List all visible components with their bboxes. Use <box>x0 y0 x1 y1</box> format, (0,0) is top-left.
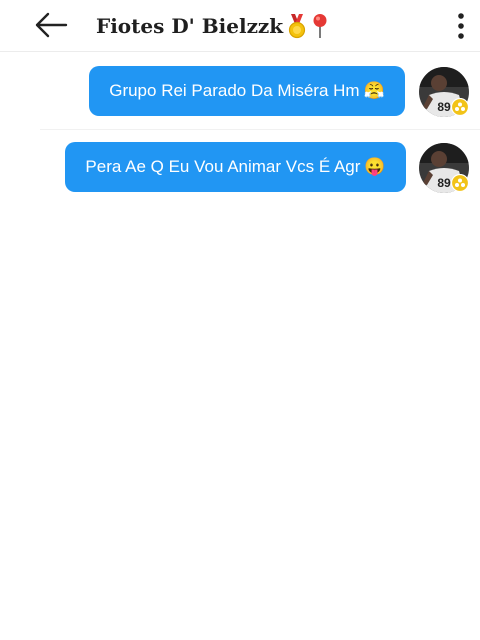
medal-icon <box>289 14 306 39</box>
huffing-face-emoji: 😤 <box>363 81 385 100</box>
message-row: Grupo Rei Parado Da Miséra Hm 😤 89 <box>0 58 480 122</box>
badge-icon <box>451 174 469 192</box>
row-divider <box>40 129 480 130</box>
chat-title-group[interactable]: Fiotes D' Bielzzk <box>96 11 329 41</box>
message-bubble[interactable]: Pera Ae Q Eu Vou Animar Vcs É Agr 😛 <box>65 142 406 192</box>
badge-icon <box>451 98 469 116</box>
back-button[interactable] <box>30 6 72 44</box>
message-bubble[interactable]: Grupo Rei Parado Da Miséra Hm 😤 <box>89 66 405 116</box>
message-row: Pera Ae Q Eu Vou Animar Vcs É Agr 😛 89 <box>0 134 480 198</box>
jersey-number: 89 <box>437 100 451 114</box>
chat-screen: Fiotes D' Bielzzk Grupo Rei Parado Da Mi… <box>0 0 480 640</box>
pin-icon <box>313 14 327 38</box>
chat-title: Fiotes D' Bielzzk <box>96 14 284 38</box>
tongue-face-emoji: 😛 <box>364 157 386 176</box>
sender-avatar[interactable]: 89 <box>419 143 469 193</box>
more-vertical-icon <box>458 13 464 39</box>
message-text: Grupo Rei Parado Da Miséra Hm <box>109 81 360 100</box>
more-options-button[interactable] <box>446 8 476 44</box>
back-arrow-icon <box>35 12 68 38</box>
jersey-number: 89 <box>437 176 451 190</box>
sender-avatar[interactable]: 89 <box>419 67 469 117</box>
chat-header: Fiotes D' Bielzzk <box>0 0 480 52</box>
message-text: Pera Ae Q Eu Vou Animar Vcs É Agr <box>85 157 361 176</box>
